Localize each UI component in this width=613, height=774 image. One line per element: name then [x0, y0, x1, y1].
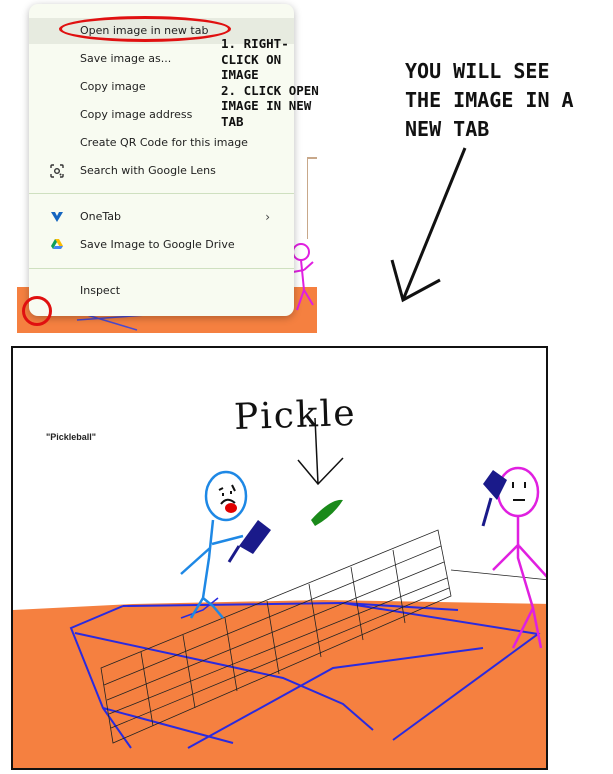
pickle-handwritten-label: Pickle [233, 392, 358, 439]
onetab-icon [49, 209, 65, 225]
menu-item-onetab[interactable]: OneTab › [29, 204, 294, 230]
menu-item-create-qr-code[interactable]: Create QR Code for this image [29, 130, 294, 156]
steps-instruction: 1. RIGHT- CLICK ON IMAGE 2. CLICK OPEN I… [221, 36, 319, 129]
red-circle-mark [22, 296, 52, 326]
menu-separator [29, 193, 294, 194]
menu-item-label: Create QR Code for this image [80, 136, 248, 149]
chevron-right-icon: › [265, 210, 270, 224]
menu-item-label: Search with Google Lens [80, 164, 216, 177]
menu-item-inspect[interactable]: Inspect [29, 278, 294, 304]
menu-item-label: OneTab [80, 210, 122, 223]
google-drive-icon [49, 237, 65, 253]
tip-instruction: YOU WILL SEE THE IMAGE IN A NEW TAB [405, 59, 574, 141]
menu-item-label: Save image as... [80, 52, 172, 65]
menu-item-label: Save Image to Google Drive [80, 238, 235, 251]
menu-item-save-to-google-drive[interactable]: Save Image to Google Drive [29, 232, 294, 258]
menu-item-label: Copy image address [80, 108, 193, 121]
menu-item-search-google-lens[interactable]: Search with Google Lens [29, 158, 294, 184]
pointer-arrow [390, 147, 467, 303]
menu-separator [29, 268, 294, 269]
menu-item-label: Inspect [80, 284, 121, 297]
google-lens-icon [49, 163, 65, 179]
highlight-ellipse [59, 16, 231, 42]
menu-item-label: Copy image [80, 80, 146, 93]
drawing-caption: "Pickleball" [46, 432, 97, 442]
